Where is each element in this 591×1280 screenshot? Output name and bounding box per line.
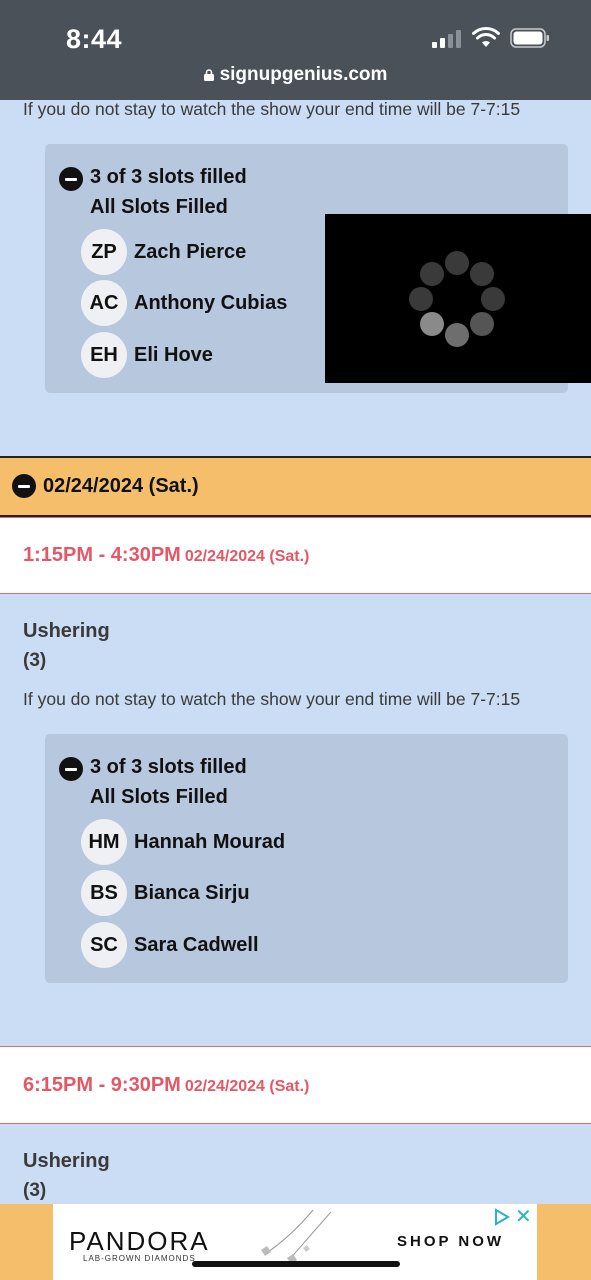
loading-spinner-icon xyxy=(409,251,505,347)
avatar: SC xyxy=(81,922,127,968)
ad-banner-area: PANDORA LAB-GROWN DIAMONDS SHOP NOW ✕ xyxy=(0,1204,591,1280)
person-name: Bianca Sirju xyxy=(134,882,250,904)
avatar: BS xyxy=(81,870,127,916)
video-player[interactable] xyxy=(325,214,591,383)
role-count: (3) xyxy=(23,1180,47,1201)
battery-icon xyxy=(510,28,549,48)
all-slots-filled-label: All Slots Filled xyxy=(90,196,228,218)
person-name: Zach Pierce xyxy=(134,241,247,263)
time-slot-date: 02/24/2024 (Sat.) xyxy=(184,548,310,565)
person-name: Anthony Cubias xyxy=(134,292,288,314)
date-header[interactable]: 02/24/2024 (Sat.) xyxy=(0,456,591,517)
person-name: Eli Hove xyxy=(134,344,213,366)
ad-brand-subtitle: LAB-GROWN DIAMONDS xyxy=(83,1254,196,1263)
signal-icon xyxy=(432,30,462,48)
time-range: 6:15PM - 9:30PM xyxy=(23,1074,181,1096)
ad-banner[interactable]: PANDORA LAB-GROWN DIAMONDS SHOP NOW ✕ xyxy=(53,1204,537,1280)
browser-top-bar: 8:44 signupgenius.com xyxy=(0,0,591,100)
shop-now-button[interactable]: SHOP NOW xyxy=(397,1233,504,1250)
home-indicator[interactable] xyxy=(192,1261,400,1267)
role-title: Ushering xyxy=(23,620,110,642)
minus-circle-icon[interactable] xyxy=(59,167,83,191)
ad-choices-icon[interactable] xyxy=(493,1208,511,1226)
end-time-note: If you do not stay to watch the show you… xyxy=(23,689,521,709)
role-title: Ushering xyxy=(23,1150,110,1172)
slot-signups-box: 3 of 3 slots filled All Slots Filled HM … xyxy=(45,734,568,983)
minus-circle-icon[interactable] xyxy=(59,757,83,781)
all-slots-filled-label: All Slots Filled xyxy=(90,786,228,808)
address-bar[interactable]: signupgenius.com xyxy=(0,64,591,86)
close-icon[interactable]: ✕ xyxy=(515,1204,532,1229)
end-time-note: If you do not stay to watch the show you… xyxy=(23,99,521,119)
person-name: Hannah Mourad xyxy=(134,831,286,853)
avatar: EH xyxy=(81,332,127,378)
ad-brand-logo: PANDORA xyxy=(69,1226,210,1256)
date-header-label: 02/24/2024 (Sat.) xyxy=(43,475,199,497)
slots-filled-count: 3 of 3 slots filled xyxy=(90,166,247,188)
minus-circle-icon[interactable] xyxy=(12,474,36,498)
lock-icon xyxy=(203,69,214,81)
time-slot-header: 1:15PM - 4:30PM 02/24/2024 (Sat.) xyxy=(0,517,591,594)
person-name: Sara Cadwell xyxy=(134,934,259,956)
wifi-icon xyxy=(472,26,500,47)
time-slot-date: 02/24/2024 (Sat.) xyxy=(184,1078,310,1095)
time-slot-header: 6:15PM - 9:30PM 02/24/2024 (Sat.) xyxy=(0,1046,591,1124)
slots-filled-count: 3 of 3 slots filled xyxy=(90,756,247,778)
role-count: (3) xyxy=(23,650,47,671)
avatar: HM xyxy=(81,819,127,865)
avatar: ZP xyxy=(81,229,127,275)
url-text: signupgenius.com xyxy=(219,64,388,85)
status-time: 8:44 xyxy=(66,24,123,54)
avatar: AC xyxy=(81,280,127,326)
time-range: 1:15PM - 4:30PM xyxy=(23,544,181,566)
